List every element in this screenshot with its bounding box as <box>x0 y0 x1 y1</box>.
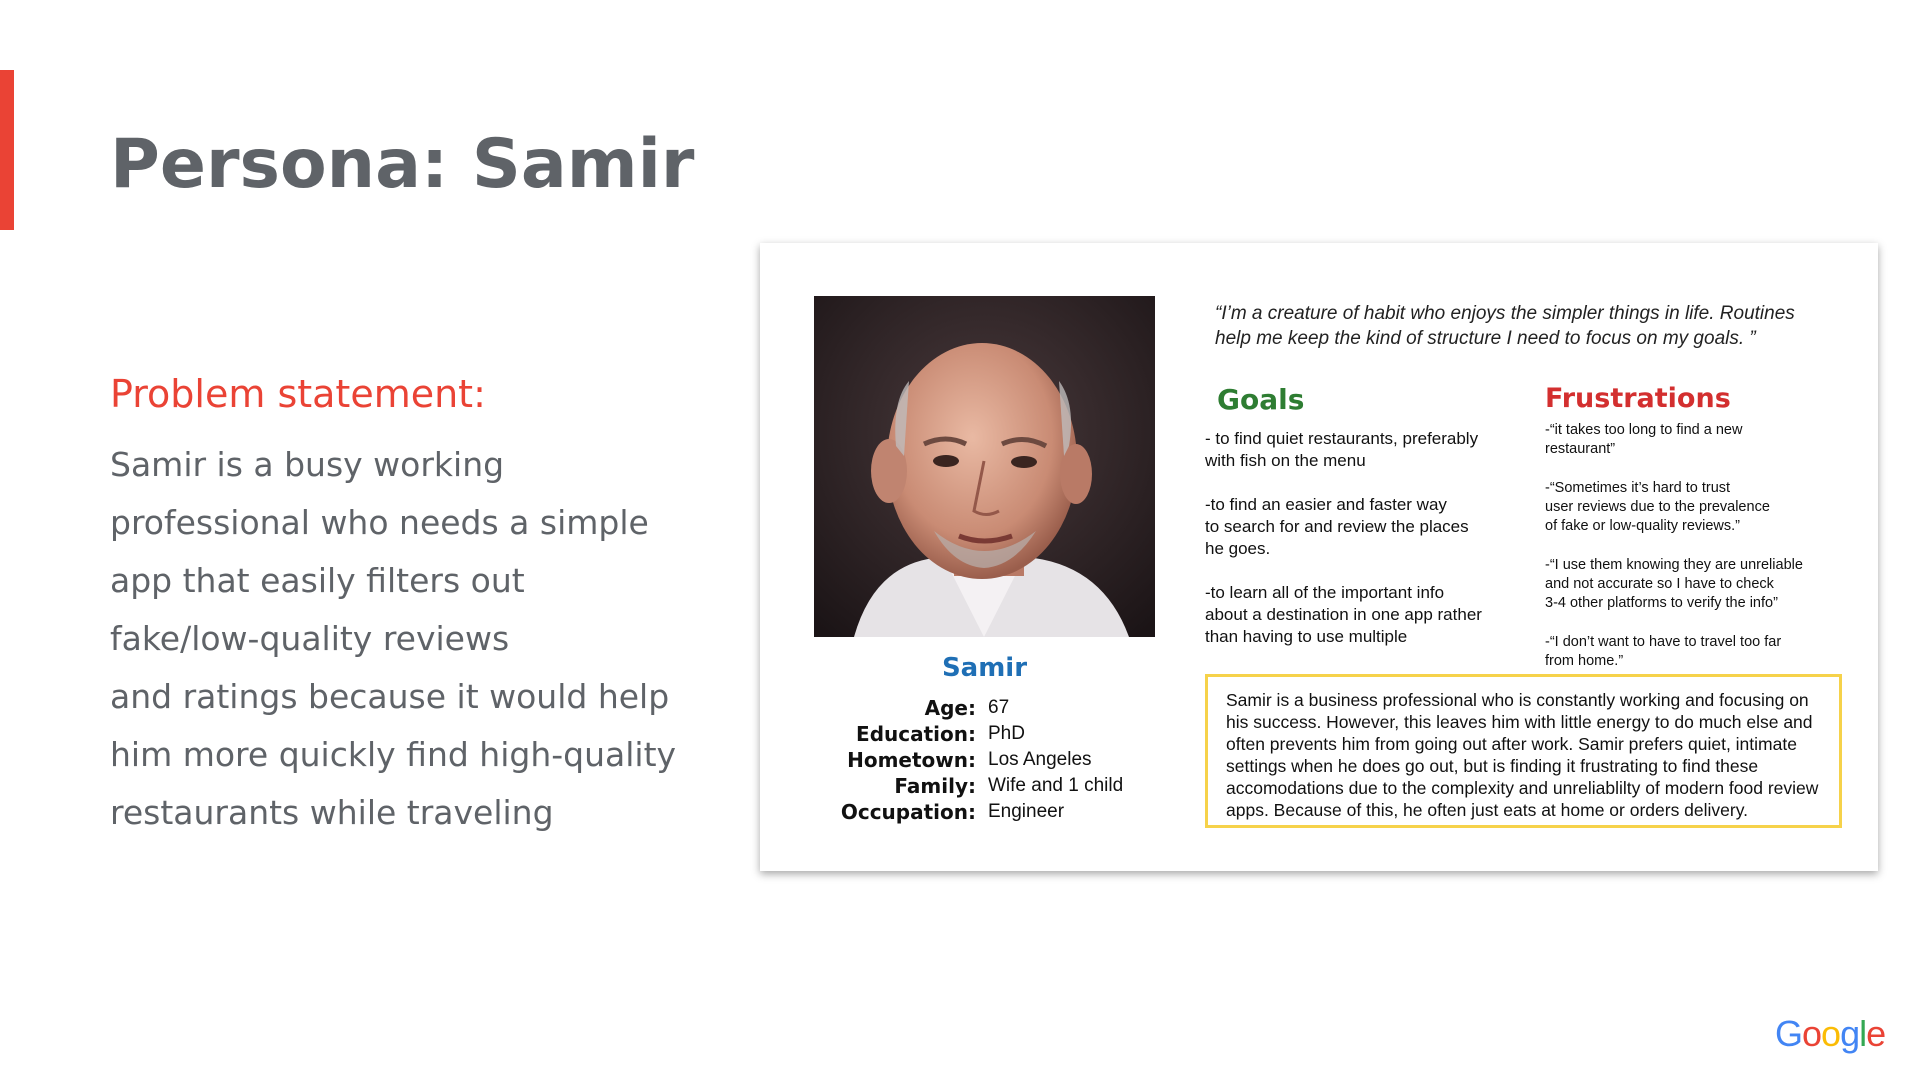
stat-row-family: Family: Wife and 1 child <box>814 773 1155 799</box>
stat-value: Los Angeles <box>988 749 1092 770</box>
stat-value: Engineer <box>988 801 1065 822</box>
logo-letter: G <box>1775 1013 1803 1054</box>
stat-label: Family: <box>894 774 976 798</box>
title-name: Samir <box>471 125 695 204</box>
goal-item: -to find an easier and faster way to sea… <box>1205 495 1469 558</box>
stat-label: Occupation: <box>840 800 976 824</box>
problem-line: app that easily filters out <box>110 561 525 600</box>
problem-line: Samir is a busy working <box>110 445 505 484</box>
stat-value: PhD <box>988 723 1025 744</box>
goals-heading: Goals <box>1217 383 1305 416</box>
problem-line: restaurants while traveling <box>110 793 554 832</box>
logo-letter: e <box>1866 1013 1886 1054</box>
stat-row-occupation: Occupation: Engineer <box>814 799 1155 825</box>
persona-bio: Samir is a business professional who is … <box>1205 674 1842 828</box>
stat-row-hometown: Hometown: Los Angeles <box>814 747 1155 773</box>
problem-line: him more quickly find high-quality <box>110 735 677 774</box>
persona-quote: “I’m a creature of habit who enjoys the … <box>1215 303 1795 349</box>
persona-portrait-image <box>814 296 1155 637</box>
stat-value: Wife and 1 child <box>988 775 1124 796</box>
stat-label: Age: <box>924 696 976 720</box>
goal-item: -to learn all of the important info abou… <box>1205 583 1482 646</box>
persona-card: Samir Age: 67 Education: PhD Hometown: L… <box>760 243 1878 871</box>
frustration-item: -“I use them knowing they are unreliable… <box>1545 557 1803 611</box>
stat-label: Hometown: <box>847 748 976 772</box>
persona-name: Samir <box>941 653 1028 683</box>
stat-value: 67 <box>988 697 1010 718</box>
logo-letter: o <box>1821 1013 1841 1054</box>
slide: Persona: Samir Problem statement: Samir … <box>0 0 1920 1080</box>
accent-bar <box>0 70 14 230</box>
problem-line: and ratings because it would help <box>110 677 670 716</box>
logo-letter: g <box>1840 1013 1860 1054</box>
goal-item: - to find quiet restaurants, preferably … <box>1205 429 1479 470</box>
stat-row-education: Education: PhD <box>814 721 1155 747</box>
goals-list: - to find quiet restaurants, preferably … <box>1205 428 1505 670</box>
problem-line: fake/low-quality reviews <box>110 619 510 658</box>
page-title: Persona: Samir <box>110 125 695 204</box>
title-prefix: Persona: <box>110 125 472 204</box>
frustration-item: -“Sometimes it’s hard to trust user revi… <box>1545 480 1770 534</box>
google-logo: Google <box>1775 1013 1886 1055</box>
frustrations-heading: Frustrations <box>1545 383 1731 414</box>
frustrations-list: -“it takes too long to find a new restau… <box>1545 421 1855 691</box>
frustration-item: -“it takes too long to find a new restau… <box>1545 422 1743 457</box>
stat-label: Education: <box>856 722 976 746</box>
frustration-item: -“I don’t want to have to travel too far… <box>1545 634 1782 669</box>
problem-line: professional who needs a simple <box>110 503 649 542</box>
logo-letter: o <box>1802 1013 1822 1054</box>
persona-photo <box>814 296 1155 637</box>
persona-stats: Age: 67 Education: PhD Hometown: Los Ang… <box>814 695 1155 825</box>
problem-statement-text: Samir is a busy working professional who… <box>110 436 676 842</box>
problem-statement-heading: Problem statement: <box>110 372 486 416</box>
stat-row-age: Age: 67 <box>814 695 1155 721</box>
